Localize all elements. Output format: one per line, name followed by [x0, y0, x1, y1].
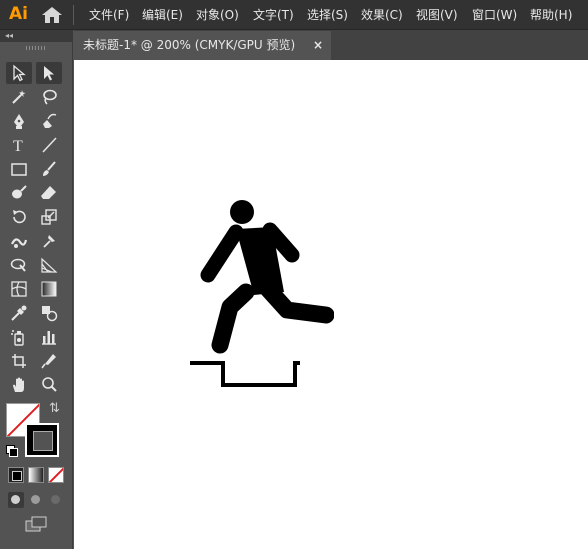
column-graph-tool-icon[interactable] — [36, 326, 62, 348]
change-screen-mode-icon[interactable] — [24, 515, 48, 533]
line-segment-tool-icon[interactable] — [36, 134, 62, 156]
rotate-tool-icon[interactable] — [6, 206, 32, 228]
puppet-warp-tool-icon[interactable] — [36, 230, 62, 252]
scale-tool-icon[interactable] — [36, 206, 62, 228]
gradient-tool-icon[interactable] — [36, 278, 62, 300]
artboard-canvas[interactable] — [74, 60, 588, 549]
menu-separator — [73, 5, 74, 25]
menu-file[interactable]: 文件(F) — [89, 0, 129, 30]
swap-fill-stroke-icon[interactable]: ⇅ — [49, 402, 60, 416]
draw-normal-icon[interactable] — [8, 492, 24, 508]
slice-tool-icon[interactable] — [36, 350, 62, 372]
panel-grip[interactable] — [26, 46, 46, 50]
hand-tool-icon[interactable] — [6, 374, 32, 396]
shaper-tool-icon[interactable] — [6, 182, 32, 204]
default-fill-stroke-icon[interactable] — [6, 445, 18, 457]
eyedropper-tool-icon[interactable] — [6, 302, 32, 324]
symbol-sprayer-tool-icon[interactable] — [6, 326, 32, 348]
perspective-grid-tool-icon[interactable] — [36, 254, 62, 276]
document-tab-bar: 未标题-1* @ 200% (CMYK/GPU 预览) × — [74, 30, 588, 60]
zoom-tool-icon[interactable] — [36, 374, 62, 396]
menu-view[interactable]: 视图(V) — [416, 0, 458, 30]
blend-tool-icon[interactable] — [36, 302, 62, 324]
draw-behind-icon[interactable] — [28, 492, 44, 508]
menu-type[interactable]: 文字(T) — [253, 0, 294, 30]
tools-panel-header: ◂◂ — [0, 30, 73, 42]
menu-edit[interactable]: 编辑(E) — [142, 0, 183, 30]
document-tab[interactable]: 未标题-1* @ 200% (CMYK/GPU 预览) × — [74, 31, 331, 60]
menu-effect[interactable]: 效果(C) — [361, 0, 403, 30]
menu-help[interactable]: 帮助(H) — [530, 0, 572, 30]
gradient-mode-button[interactable] — [28, 467, 44, 483]
collapse-panel-icon[interactable]: ◂◂ — [5, 30, 13, 42]
paintbrush-tool-icon[interactable] — [36, 158, 62, 180]
type-tool-icon[interactable]: T — [6, 134, 32, 156]
eraser-tool-icon[interactable] — [36, 182, 62, 204]
close-icon[interactable]: × — [313, 31, 323, 60]
artboard-tool-icon[interactable] — [6, 350, 32, 372]
menu-bar: Ai 文件(F) 编辑(E) 对象(O) 文字(T) 选择(S) 效果(C) 视… — [0, 0, 588, 30]
mesh-tool-icon[interactable] — [6, 278, 32, 300]
lasso-tool-icon[interactable] — [36, 86, 62, 108]
document-tab-title: 未标题-1* @ 200% (CMYK/GPU 预览) — [83, 38, 296, 52]
magic-wand-tool-icon[interactable] — [6, 86, 32, 108]
menu-window[interactable]: 窗口(W) — [472, 0, 517, 30]
menu-object[interactable]: 对象(O) — [196, 0, 239, 30]
draw-inside-icon[interactable] — [48, 492, 64, 508]
app-logo: Ai — [9, 4, 28, 24]
pen-tool-icon[interactable] — [6, 110, 32, 132]
shape-builder-tool-icon[interactable] — [6, 254, 32, 276]
stroke-color-swatch[interactable] — [25, 423, 59, 457]
menu-select[interactable]: 选择(S) — [307, 0, 348, 30]
direct-selection-tool-icon[interactable] — [36, 62, 62, 84]
running-figure-icon[interactable] — [184, 197, 335, 392]
tools-panel: ◂◂ T ⇅ — [0, 30, 73, 549]
color-mode-button[interactable] — [8, 467, 24, 483]
svg-text:T: T — [13, 138, 23, 154]
home-icon[interactable] — [41, 6, 63, 24]
rectangle-tool-icon[interactable] — [6, 158, 32, 180]
curvature-tool-icon[interactable] — [36, 110, 62, 132]
width-tool-icon[interactable] — [6, 230, 32, 252]
selection-tool-icon[interactable] — [6, 62, 32, 84]
none-mode-button[interactable] — [48, 467, 64, 483]
